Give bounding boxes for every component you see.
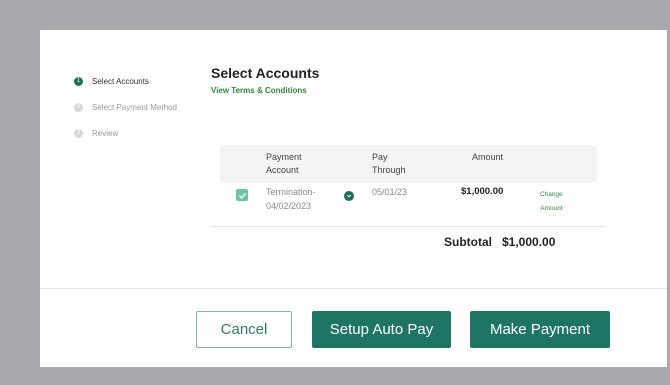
- subtotal: Subtotal $1,000.00: [444, 235, 555, 249]
- step-select-accounts[interactable]: 1 Select Accounts: [74, 68, 177, 94]
- column-header-amount: Amount: [472, 152, 504, 162]
- page-title: Select Accounts: [211, 65, 320, 81]
- step-review[interactable]: 3 Review: [74, 120, 177, 146]
- terms-link[interactable]: View Terms & Conditions: [211, 86, 307, 95]
- step-label: Select Accounts: [92, 76, 149, 86]
- column-header-line: Account: [266, 165, 299, 175]
- setup-auto-pay-button[interactable]: Setup Auto Pay: [312, 311, 451, 348]
- subtotal-label: Subtotal: [444, 235, 492, 249]
- column-header-pay-through: Pay Through: [372, 151, 406, 177]
- change-amount-link[interactable]: Change Amount: [540, 188, 563, 216]
- account-name: Termination-: [266, 187, 316, 197]
- step-select-payment-method[interactable]: 2 Select Payment Method: [74, 94, 177, 120]
- step-number: 3: [74, 128, 83, 138]
- column-header-line: Through: [372, 165, 406, 175]
- account-checkbox[interactable]: [236, 189, 248, 201]
- footer-divider: [40, 288, 667, 289]
- make-payment-button[interactable]: Make Payment: [470, 311, 610, 348]
- payment-dialog: 1 Select Accounts 2 Select Payment Metho…: [40, 30, 667, 367]
- chevron-glyph: [346, 194, 352, 198]
- step-list: 1 Select Accounts 2 Select Payment Metho…: [74, 68, 177, 146]
- change-amount-line: Amount: [540, 205, 563, 212]
- chevron-down-icon[interactable]: [344, 191, 354, 201]
- pay-through-cell: 05/01/23: [372, 187, 408, 197]
- amount-cell: $1,000.00: [461, 186, 504, 197]
- checkmark-icon: [238, 192, 246, 199]
- column-header-line: Pay: [372, 152, 388, 162]
- step-label: Review: [92, 128, 119, 138]
- column-header-payment-account: Payment Account: [266, 151, 302, 177]
- cancel-button[interactable]: Cancel: [196, 311, 292, 348]
- step-label: Select Payment Method: [92, 102, 177, 112]
- subtotal-value: $1,000.00: [502, 235, 556, 249]
- column-header-line: Payment: [266, 152, 302, 162]
- table-row: Termination- 04/02/2023 05/01/23 $1,000.…: [220, 183, 597, 223]
- step-number: 1: [74, 76, 83, 86]
- account-date: 04/02/2023: [266, 201, 312, 211]
- divider: [210, 226, 606, 227]
- payment-account-cell: Termination- 04/02/2023: [266, 185, 316, 213]
- table-header: Payment Account Pay Through Amount: [220, 145, 597, 183]
- change-amount-line: Change: [540, 191, 563, 198]
- step-number: 2: [74, 102, 83, 112]
